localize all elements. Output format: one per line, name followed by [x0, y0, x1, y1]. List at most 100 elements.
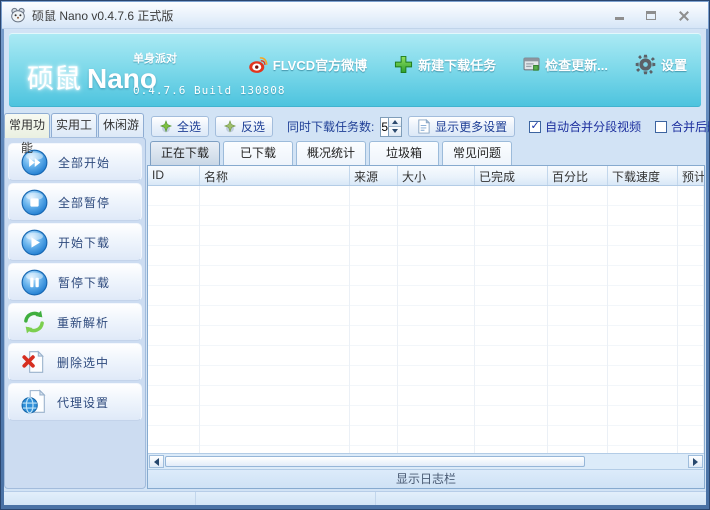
up-arrow-icon	[392, 119, 399, 124]
table-header: ID 名称 来源 大小 已完成 百分比 下载速度 预计剩余	[148, 166, 704, 186]
check-update-label: 检查更新...	[545, 58, 608, 73]
select-all-label: 全选	[177, 120, 202, 134]
sidebar-panel: 全部开始 全部暂停 开始下载 暂停下载 重新解析 删除选中 代理设置	[4, 137, 146, 489]
tab-trash[interactable]: 垃圾箱	[369, 141, 439, 165]
check-update-button[interactable]: 检查更新...	[523, 55, 608, 74]
sidebar-tab-games[interactable]: 休闲游戏	[98, 113, 144, 155]
pause-download-button[interactable]: 暂停下载	[8, 263, 142, 301]
column-header-name[interactable]: 名称	[200, 166, 350, 185]
download-list-panel: ID 名称 来源 大小 已完成 百分比 下载速度 预计剩余	[147, 165, 705, 489]
logo-cn: 硕鼠	[27, 64, 81, 94]
delete-selected-icon	[22, 350, 44, 373]
select-all-button[interactable]: 全选	[151, 116, 210, 137]
minimize-button[interactable]	[608, 6, 630, 24]
stop-all-label: 全部暂停	[58, 195, 111, 210]
delete-source-label: 合并后删除源文件	[671, 120, 709, 134]
new-task-label: 新建下载任务	[418, 58, 497, 73]
reparse-button[interactable]: 重新解析	[8, 303, 142, 341]
start-download-button[interactable]: 开始下载	[8, 223, 142, 261]
start-all-label: 全部开始	[58, 155, 111, 170]
version-text: 0.4.7.6 Build 130808	[133, 84, 286, 97]
checkbox-unchecked-icon	[655, 120, 668, 133]
tab-downloading[interactable]: 正在下载	[150, 141, 220, 165]
maximize-icon	[646, 10, 656, 20]
invert-selection-icon	[223, 119, 237, 132]
column-header-percent[interactable]: 百分比	[548, 166, 608, 185]
app-window: 硕鼠 Nano v0.4.7.6 正式版 硕鼠 Nano 单身派对 0.4.7.6…	[0, 0, 710, 510]
delete-selected-label: 删除选中	[57, 355, 110, 370]
main-tabs: 正在下载 已下载 概况统计 垃圾箱 常见问题	[150, 141, 512, 165]
select-all-icon	[159, 119, 173, 132]
scrollbar-thumb[interactable]	[165, 456, 585, 467]
scroll-right-button[interactable]	[688, 455, 703, 468]
checkbox-checked-icon: ✓	[529, 120, 542, 133]
gear-icon	[635, 54, 656, 75]
column-header-speed[interactable]: 下载速度	[608, 166, 678, 185]
plus-icon	[395, 55, 413, 74]
sidebar-tab-tools[interactable]: 实用工具	[51, 113, 97, 155]
start-download-label: 开始下载	[58, 235, 111, 250]
tab-statistics[interactable]: 概况统计	[296, 141, 366, 165]
new-task-button[interactable]: 新建下载任务	[394, 55, 496, 74]
tab-faq[interactable]: 常见问题	[442, 141, 512, 165]
show-log-toggle[interactable]: 显示日志栏	[148, 469, 704, 488]
sidebar-tab-common[interactable]: 常用功能	[4, 113, 50, 155]
settings-label: 设置	[660, 58, 687, 73]
stepper-down-button[interactable]	[389, 127, 402, 136]
column-header-remaining[interactable]: 预计剩余	[678, 166, 704, 185]
close-button[interactable]	[672, 6, 694, 24]
proxy-settings-label: 代理设置	[57, 395, 110, 410]
invert-selection-label: 反选	[241, 120, 266, 134]
status-bar	[4, 491, 706, 505]
app-hamster-icon	[11, 7, 25, 23]
sidebar-tabs: 常用功能 实用工具 休闲游戏	[4, 113, 145, 155]
flvcd-weibo-link[interactable]: FLVCD官方微博	[248, 55, 367, 75]
right-arrow-icon	[693, 457, 698, 466]
auto-merge-label: 自动合并分段视频	[545, 120, 642, 134]
header-banner: 硕鼠 Nano 单身派对 0.4.7.6 Build 130808 FLVCD官方…	[9, 33, 701, 107]
window-body: 硕鼠 Nano 单身派对 0.4.7.6 Build 130808 FLVCD官方…	[4, 29, 709, 505]
left-arrow-icon	[154, 457, 159, 466]
concurrent-tasks-label: 同时下载任务数:	[287, 120, 375, 134]
window-title: 硕鼠 Nano v0.4.7.6 正式版	[32, 8, 174, 23]
scroll-left-button[interactable]	[149, 455, 164, 468]
column-header-id[interactable]: ID	[148, 166, 200, 185]
auto-merge-checkbox[interactable]: ✓ 自动合并分段视频	[529, 118, 641, 135]
stop-all-button[interactable]: 全部暂停	[8, 183, 142, 221]
flvcd-weibo-label: FLVCD官方微博	[272, 58, 368, 73]
update-icon	[523, 57, 540, 71]
down-arrow-icon	[392, 129, 399, 134]
tab-downloaded[interactable]: 已下载	[223, 141, 293, 165]
proxy-settings-button[interactable]: 代理设置	[8, 383, 142, 421]
stop-all-icon	[21, 189, 48, 215]
column-header-completed[interactable]: 已完成	[475, 166, 548, 185]
proxy-settings-icon	[21, 389, 46, 414]
close-icon	[678, 10, 689, 21]
reparse-label: 重新解析	[57, 315, 110, 330]
banner-links: FLVCD官方微博 新建下载任务 检查更新... 设置	[248, 54, 687, 75]
column-header-source[interactable]: 来源	[350, 166, 398, 185]
status-pane-1	[4, 492, 196, 505]
delete-source-checkbox[interactable]: 合并后删除源文件	[655, 118, 709, 135]
horizontal-scrollbar[interactable]	[148, 453, 704, 469]
status-pane-3	[376, 492, 706, 505]
more-settings-label: 显示更多设置	[435, 120, 508, 134]
pause-download-label: 暂停下载	[58, 275, 111, 290]
status-pane-2	[196, 492, 376, 505]
toolbar: 全选 反选 同时下载任务数: 5 显示更多设置 ✓ 自动合并分段视频 合并后	[146, 113, 709, 140]
delete-selected-button[interactable]: 删除选中	[8, 343, 142, 381]
concurrent-tasks-stepper[interactable]: 5	[380, 116, 403, 137]
stepper-up-button[interactable]	[389, 117, 402, 127]
start-download-icon	[21, 229, 48, 255]
weibo-icon	[249, 56, 268, 73]
column-header-size[interactable]: 大小	[398, 166, 475, 185]
minimize-icon	[614, 17, 624, 20]
reparse-icon	[24, 310, 44, 334]
concurrent-tasks-value: 5	[381, 119, 389, 134]
more-settings-button[interactable]: 显示更多设置	[408, 116, 516, 137]
title-bar: 硕鼠 Nano v0.4.7.6 正式版	[2, 2, 708, 29]
invert-selection-button[interactable]: 反选	[215, 116, 274, 137]
table-body-empty[interactable]	[148, 186, 704, 453]
settings-button[interactable]: 设置	[635, 54, 687, 75]
maximize-button[interactable]	[640, 6, 662, 24]
